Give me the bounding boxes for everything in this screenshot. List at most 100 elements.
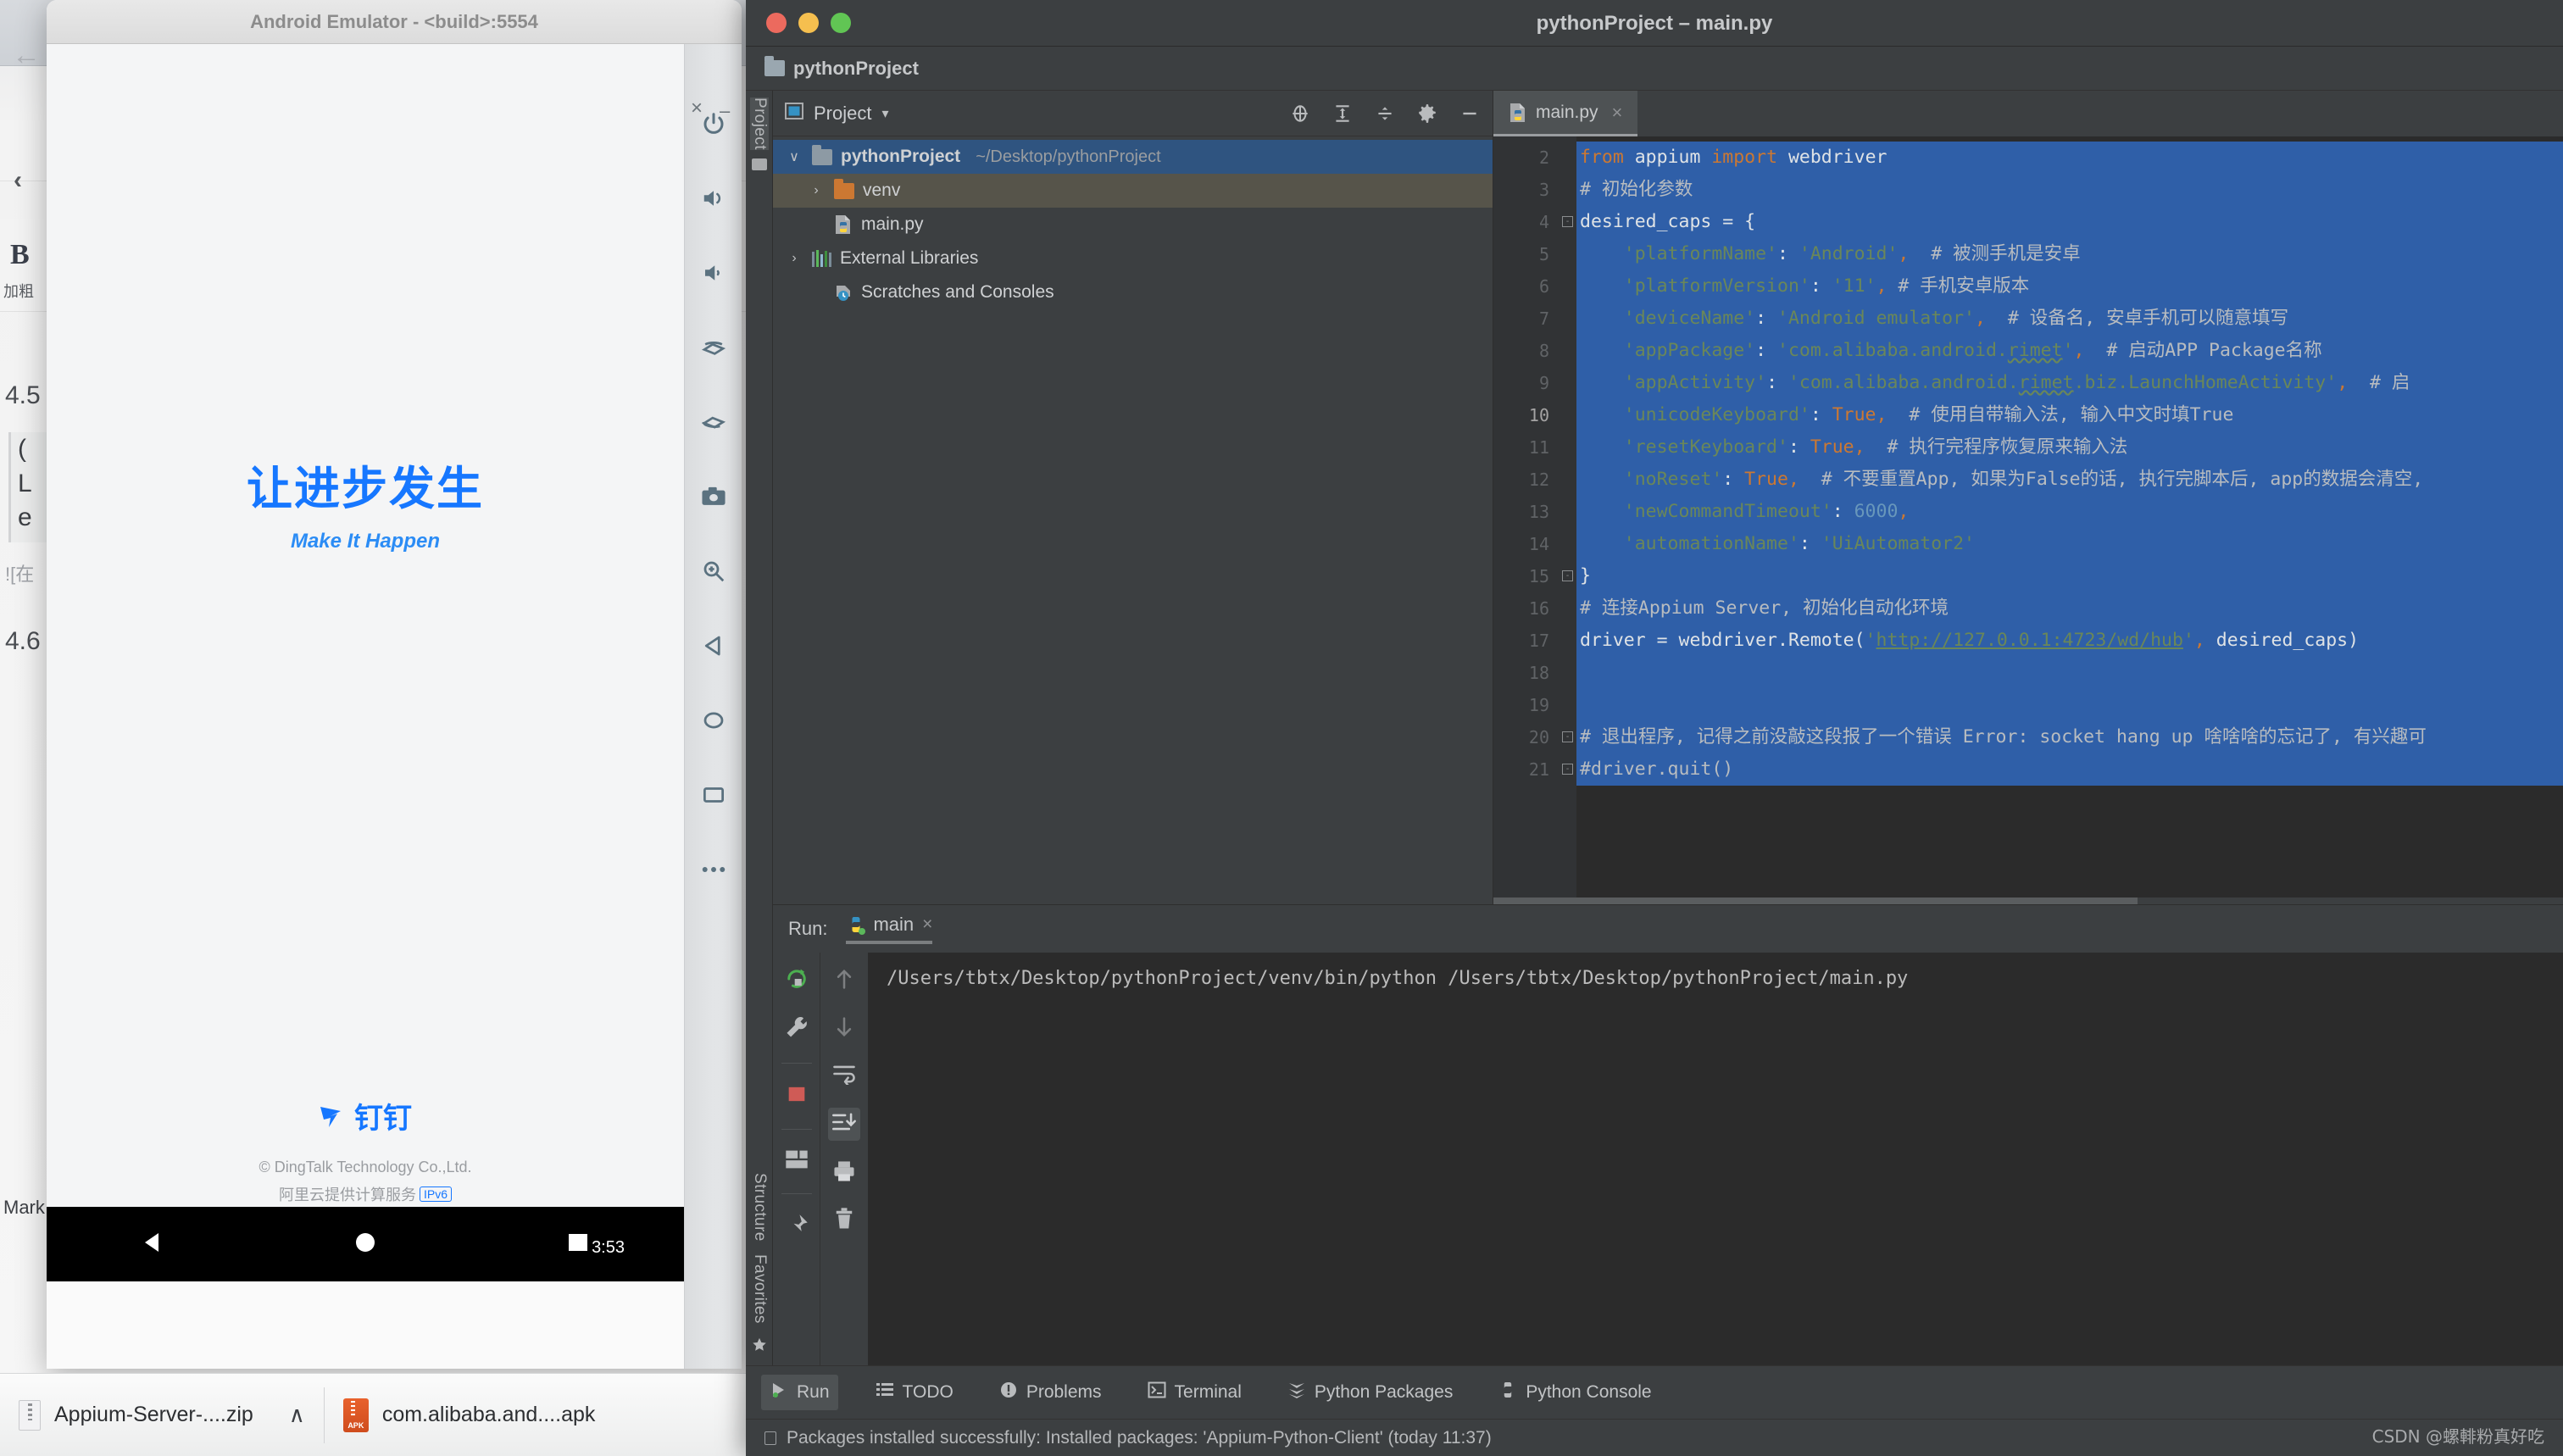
close-icon[interactable]: × — [1612, 102, 1623, 124]
rerun-icon[interactable] — [784, 966, 809, 996]
bottom-tool-window-bar[interactable]: Run TODO Problems Terminal Python Packag… — [746, 1365, 2563, 1419]
status-bar[interactable]: Packages installed successfully: Install… — [746, 1419, 2563, 1456]
run-console-output[interactable]: /Users/tbtx/Desktop/pythonProject/venv/b… — [868, 953, 2563, 1366]
up-arrow-icon[interactable] — [832, 966, 856, 996]
code-line[interactable]: desired_caps = { — [1576, 206, 2563, 238]
code-line[interactable]: from appium import webdriver — [1576, 142, 2563, 174]
project-panel-title[interactable]: Project — [814, 103, 871, 125]
code-line[interactable]: 'appActivity': 'com.alibaba.android.rime… — [1576, 367, 2563, 399]
code-line[interactable]: 'automationName': 'UiAutomator2' — [1576, 528, 2563, 560]
bold-letter[interactable]: B — [10, 239, 30, 271]
sidebar-item-project[interactable]: Project — [750, 97, 769, 150]
run-toolbar-left[interactable] — [773, 953, 820, 1366]
code-line[interactable]: 'resetKeyboard': True, # 执行完程序恢复原来输入法 — [1576, 431, 2563, 464]
tree-item-main-py[interactable]: main.py — [773, 208, 1493, 242]
rotate-left-icon[interactable] — [685, 310, 742, 385]
print-icon[interactable] — [831, 1159, 857, 1187]
maximize-window-button[interactable] — [831, 13, 851, 33]
back-triangle-icon[interactable] — [685, 609, 742, 683]
breadcrumb-project[interactable]: pythonProject — [793, 58, 919, 80]
event-log-icon[interactable] — [764, 1431, 776, 1445]
recents-square-icon[interactable] — [564, 1230, 592, 1259]
download-item-apk[interactable]: APK com.alibaba.and....apk — [325, 1374, 614, 1456]
tool-button-run[interactable]: Run — [761, 1375, 838, 1410]
zoom-in-icon[interactable] — [685, 534, 742, 609]
emulator-titlebar[interactable]: Android Emulator - <build>:5554 — [47, 0, 742, 44]
code-line[interactable]: } — [1576, 560, 2563, 592]
project-tree[interactable]: ∨ pythonProject ~/Desktop/pythonProject … — [773, 136, 1493, 309]
run-config-tab[interactable]: main × — [846, 914, 933, 944]
android-navbar[interactable] — [47, 1207, 684, 1281]
pycharm-window[interactable]: pythonProject – main.py pythonProject Pr… — [746, 0, 2563, 1456]
wrench-settings-icon[interactable] — [784, 1014, 809, 1044]
run-tool-window[interactable]: Run: main × /Users/tbtx/Desktop/pythonPr… — [773, 904, 2563, 1366]
down-arrow-icon[interactable] — [832, 1014, 856, 1044]
code-line[interactable]: 'platformName': 'Android', # 被测手机是安卓 — [1576, 238, 2563, 270]
minimize-window-button[interactable] — [798, 13, 819, 33]
stop-icon[interactable] — [785, 1082, 809, 1110]
soft-wrap-icon[interactable] — [831, 1063, 857, 1089]
code-line[interactable]: 'deviceName': 'Android emulator', # 设备名,… — [1576, 303, 2563, 335]
window-traffic-lights[interactable] — [746, 13, 851, 33]
download-item-zip[interactable]: Appium-Server-....zip ∧ — [0, 1374, 324, 1456]
fold-toggle-icon[interactable]: - — [1562, 764, 1573, 775]
locate-target-icon[interactable] — [1289, 103, 1311, 125]
code-line[interactable]: 'appPackage': 'com.alibaba.android.rimet… — [1576, 335, 2563, 367]
tree-item-scratches[interactable]: Scratches and Consoles — [773, 275, 1493, 309]
back-triangle-icon[interactable] — [138, 1230, 167, 1259]
tool-button-problems[interactable]: Problems — [991, 1375, 1110, 1410]
tab-main-py[interactable]: main.py × — [1493, 91, 1638, 136]
tool-button-python-packages[interactable]: Python Packages — [1279, 1375, 1461, 1410]
pycharm-navbar[interactable]: pythonProject — [746, 47, 2563, 91]
emulator-screen[interactable]: 让进步发生 Make It Happen 钉钉 © DingTalk Techn… — [47, 44, 684, 1281]
code-line[interactable]: # 退出程序, 记得之前没敲这段报了一个错误 Error: socket han… — [1576, 721, 2563, 753]
star-icon[interactable] — [752, 1337, 767, 1357]
editor-area[interactable]: main.py × 2 3 4 5 6 7 8 9 10 11 12 13 14 15 16 17 18 19 20… — [1493, 91, 2563, 904]
trash-icon[interactable] — [832, 1206, 856, 1236]
code-line[interactable] — [1576, 657, 2563, 689]
back-arrow-icon[interactable]: ← — [12, 41, 41, 69]
close-window-button[interactable] — [766, 13, 787, 33]
code-line[interactable]: 'unicodeKeyboard': True, # 使用自带输入法, 输入中文… — [1576, 399, 2563, 431]
project-panel-toolbar[interactable] — [1289, 103, 1481, 125]
code-line[interactable]: #driver.quit() — [1576, 753, 2563, 786]
home-circle-icon[interactable] — [685, 683, 742, 758]
folder-icon[interactable] — [752, 158, 767, 170]
chevron-right-icon[interactable]: › — [807, 183, 826, 198]
power-icon[interactable] — [685, 86, 742, 161]
sidebar-item-structure[interactable]: Structure — [750, 1173, 769, 1242]
code-content[interactable]: from appium import webdriver # 初始化参数 desir… — [1576, 142, 2563, 904]
tree-item-venv[interactable]: › venv — [773, 174, 1493, 208]
project-tool-window[interactable]: Project ▾ ∨ pythonProject ~/Desktop/pyth… — [773, 91, 1493, 904]
chevron-down-icon[interactable]: ∨ — [785, 148, 803, 165]
run-panel-body[interactable]: /Users/tbtx/Desktop/pythonProject/venv/b… — [773, 953, 2563, 1366]
code-line[interactable]: 'newCommandTimeout': 6000, — [1576, 496, 2563, 528]
pin-icon[interactable] — [784, 1213, 809, 1242]
volume-up-icon[interactable] — [685, 161, 742, 236]
code-line[interactable]: 'platformVersion': '11', # 手机安卓版本 — [1576, 270, 2563, 303]
collapse-all-icon[interactable] — [1374, 103, 1396, 125]
chevron-down-icon[interactable]: ▾ — [881, 105, 888, 122]
volume-down-icon[interactable] — [685, 236, 742, 310]
run-toolbar-right[interactable] — [820, 953, 868, 1366]
tool-button-todo[interactable]: TODO — [867, 1375, 962, 1410]
editor-horizontal-scrollbar[interactable] — [1493, 897, 2563, 904]
chevron-left-icon[interactable]: ‹ — [14, 166, 22, 195]
emulator-sidebar[interactable]: × – — [684, 44, 742, 1369]
scroll-to-end-icon[interactable] — [828, 1108, 860, 1141]
code-line[interactable]: # 初始化参数 — [1576, 174, 2563, 206]
recents-square-icon[interactable] — [685, 758, 742, 832]
home-circle-icon[interactable] — [351, 1230, 380, 1259]
camera-icon[interactable] — [685, 459, 742, 534]
tree-item-pythonProject[interactable]: ∨ pythonProject ~/Desktop/pythonProject — [773, 140, 1493, 174]
fold-toggle-icon[interactable]: - — [1562, 731, 1573, 742]
editor-tabbar[interactable]: main.py × — [1493, 91, 2563, 136]
code-line[interactable]: driver = webdriver.Remote('http://127.0.… — [1576, 625, 2563, 657]
layout-icon[interactable] — [784, 1148, 809, 1175]
close-icon[interactable]: × — [922, 914, 932, 935]
settings-gear-icon[interactable] — [1416, 103, 1438, 125]
pycharm-titlebar[interactable] — [746, 0, 2563, 47]
fold-toggle-icon[interactable]: - — [1562, 216, 1573, 227]
code-folding-column[interactable]: - - - - — [1558, 136, 1576, 904]
code-line[interactable]: # 连接Appium Server, 初始化自动化环境 — [1576, 592, 2563, 625]
